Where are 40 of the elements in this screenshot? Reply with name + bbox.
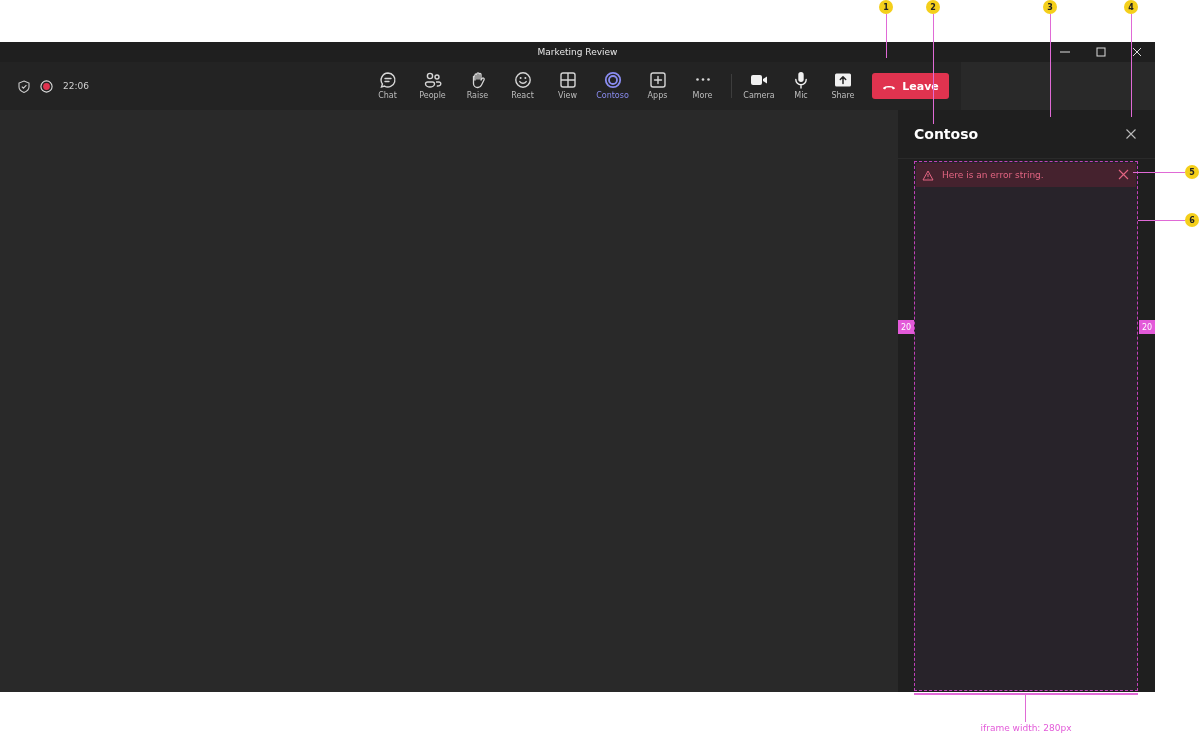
padding-label: 20 — [898, 320, 914, 334]
shield-check-icon — [18, 79, 30, 93]
app-ring-icon — [603, 71, 622, 89]
grid-icon — [558, 71, 577, 89]
close-icon[interactable] — [1125, 128, 1137, 140]
error-message: Here is an error string. — [942, 170, 1045, 180]
meeting-timer: 22:06 — [63, 81, 89, 91]
toolbar-button[interactable]: Contoso — [590, 62, 635, 110]
leader-line — [1025, 695, 1026, 722]
toolbar-button[interactable]: Chat — [365, 62, 410, 110]
leader-line — [1133, 172, 1185, 173]
dots-icon — [695, 78, 710, 81]
panel-title: Contoso — [914, 126, 979, 142]
leader-line — [886, 14, 887, 58]
callout-marker: 6 — [1185, 213, 1199, 227]
callout-marker: 1 — [879, 0, 893, 14]
device-button[interactable]: Mic — [780, 62, 822, 110]
callout-marker: 4 — [1124, 0, 1138, 14]
callout-marker: 3 — [1043, 0, 1057, 14]
smiley-icon — [513, 71, 532, 89]
warning-icon — [922, 169, 934, 181]
chat-icon — [378, 71, 397, 89]
mic-icon — [792, 71, 810, 89]
device-button[interactable]: Share — [822, 62, 864, 110]
toolbar-button[interactable]: React — [500, 62, 545, 110]
toolbar-button[interactable]: People — [410, 62, 455, 110]
toolbar-button[interactable]: Apps — [635, 62, 680, 110]
leader-line — [1138, 220, 1185, 221]
toolbar-button[interactable]: View — [545, 62, 590, 110]
window-title: Marketing Review — [536, 47, 619, 57]
toolbar-button[interactable]: Raise — [455, 62, 500, 110]
plus-icon — [648, 71, 667, 89]
device-button[interactable]: Camera — [738, 62, 780, 110]
share-icon — [834, 71, 852, 89]
width-label: iframe width: 280px — [979, 723, 1073, 733]
toolbar-button[interactable]: More — [680, 62, 725, 110]
padding-label: 20 — [1139, 320, 1155, 334]
callout-marker: 2 — [926, 0, 940, 14]
callout-marker: 5 — [1185, 165, 1199, 179]
people-icon — [423, 71, 442, 89]
